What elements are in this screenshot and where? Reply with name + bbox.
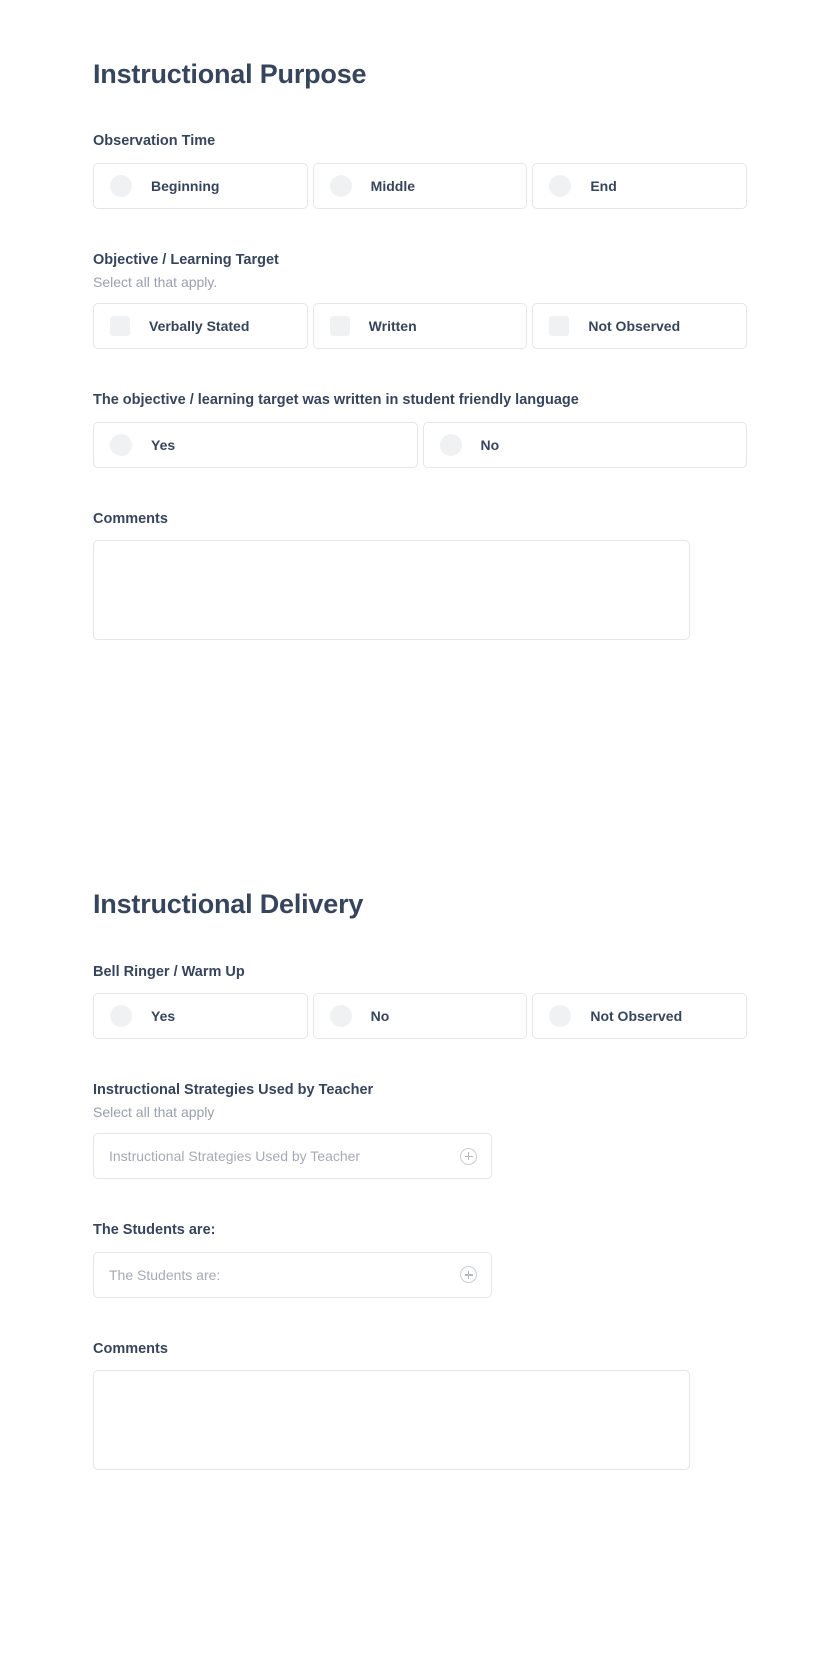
checkbox-icon[interactable] (110, 316, 130, 337)
radio-icon[interactable] (549, 1005, 572, 1028)
option-yes[interactable]: Yes (93, 993, 308, 1040)
option-yes[interactable]: Yes (93, 421, 418, 468)
section-instructional-delivery: Instructional Delivery Bell Ringer / War… (93, 830, 748, 1471)
option-label: Not Observed (590, 1008, 683, 1025)
plus-circle-icon[interactable] (460, 1266, 477, 1284)
field-comments-purpose: Comments (93, 510, 747, 641)
option-label: End (590, 177, 617, 194)
option-label: Beginning (151, 177, 220, 194)
radio-icon[interactable] (439, 433, 462, 456)
field-student-friendly-language: The objective / learning target was writ… (93, 391, 747, 468)
picker-placeholder: The Students are: (109, 1266, 221, 1283)
radio-icon[interactable] (329, 174, 352, 197)
option-no[interactable]: No (312, 993, 528, 1040)
option-label: Verbally Stated (149, 318, 250, 335)
the-students-are-picker[interactable]: The Students are: (93, 1251, 492, 1298)
option-label: Not Observed (588, 318, 681, 335)
section-title: Instructional Delivery (93, 889, 364, 920)
field-label: Observation Time (93, 133, 216, 150)
field-the-students-are: The Students are: The Students are: (93, 1221, 747, 1298)
radio-icon[interactable] (549, 174, 572, 197)
field-comments-delivery: Comments (93, 1340, 747, 1471)
form-content: Instructional Purpose Observation Time B… (0, 0, 840, 1471)
option-label: Middle (370, 177, 416, 194)
field-bell-ringer-warm-up: Bell Ringer / Warm Up Yes No Not Observe… (93, 963, 748, 1040)
picker-placeholder: Instructional Strategies Used by Teacher (109, 1148, 361, 1165)
field-help-text: Select all that apply. (93, 273, 218, 290)
checkbox-icon[interactable] (549, 316, 570, 337)
option-group-observation-time: Beginning Middle End (93, 162, 748, 209)
option-written[interactable]: Written (312, 303, 528, 350)
field-label: The Students are: (93, 1222, 216, 1239)
option-middle[interactable]: Middle (312, 162, 528, 209)
option-not-observed[interactable]: Not Observed (532, 993, 748, 1040)
option-label: No (370, 1008, 390, 1025)
plus-circle-icon[interactable] (460, 1147, 477, 1165)
radio-icon[interactable] (110, 174, 132, 197)
field-objective-learning-target: Objective / Learning Target Select all t… (93, 251, 748, 350)
option-group-bell-ringer: Yes No Not Observed (93, 993, 748, 1040)
option-group-objective-learning-target: Verbally Stated Written Not Observed (93, 303, 748, 350)
field-help-text: Select all that apply (93, 1103, 215, 1120)
option-label: Yes (151, 1008, 176, 1025)
option-label: No (480, 436, 500, 453)
radio-icon[interactable] (110, 433, 132, 456)
field-label: The objective / learning target was writ… (93, 392, 579, 409)
field-label: Bell Ringer / Warm Up (93, 963, 245, 980)
field-instructional-strategies: Instructional Strategies Used by Teacher… (93, 1081, 747, 1180)
section-title: Instructional Purpose (93, 59, 367, 89)
observation-form-page: Instructional Purpose Observation Time B… (0, 0, 840, 1680)
option-label: Written (368, 318, 417, 335)
section-instructional-purpose: Instructional Purpose Observation Time B… (93, 0, 748, 641)
option-label: Yes (151, 436, 176, 453)
comments-textarea[interactable] (93, 1370, 690, 1471)
option-verbally-stated[interactable]: Verbally Stated (93, 303, 308, 350)
field-label: Instructional Strategies Used by Teacher (93, 1082, 374, 1099)
field-label: Comments (93, 1340, 168, 1357)
option-end[interactable]: End (532, 162, 748, 209)
option-no[interactable]: No (422, 421, 747, 468)
instructional-strategies-picker[interactable]: Instructional Strategies Used by Teacher (93, 1133, 492, 1180)
option-not-observed[interactable]: Not Observed (532, 303, 748, 350)
radio-icon[interactable] (110, 1005, 132, 1028)
comments-textarea[interactable] (93, 540, 690, 641)
field-label: Objective / Learning Target (93, 251, 279, 268)
option-beginning[interactable]: Beginning (93, 162, 308, 209)
checkbox-icon[interactable] (329, 316, 350, 337)
field-observation-time: Observation Time Beginning Middle End (93, 132, 748, 209)
radio-icon[interactable] (329, 1005, 352, 1028)
option-group-student-friendly-language: Yes No (93, 421, 747, 468)
field-label: Comments (93, 510, 168, 527)
